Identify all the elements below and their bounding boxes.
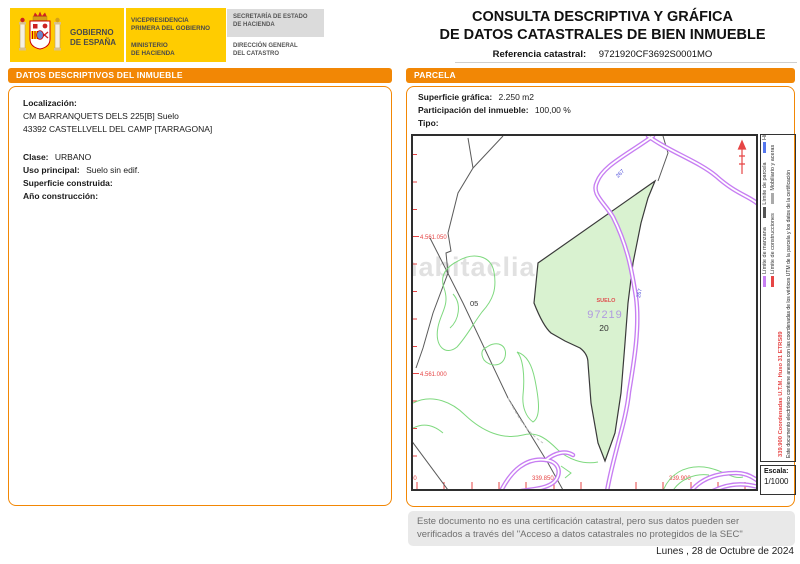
certification-note: Este documento no es una certificación c… xyxy=(408,511,795,546)
title-line2: DE DATOS CATASTRALES DE BIEN INMUEBLE xyxy=(439,27,766,43)
page-title: CONSULTA DESCRIPTIVA Y GRÁFICA DE DATOS … xyxy=(408,8,797,44)
gobierno-de-espana-label: GOBIERNO DE ESPAÑA xyxy=(70,28,117,47)
utm-coordinates-note: 339.900 Coordenadas U.T.M. Huso 31 ETRS8… xyxy=(778,331,784,457)
uso-label: Uso principal: xyxy=(23,165,80,175)
direccion-general-label: DIRECCIÓN GENERAL DEL CATASTRO xyxy=(233,43,298,57)
datos-panel-header: DATOS DESCRIPTIVOS DEL INMUEBLE xyxy=(8,68,392,83)
superficie-label: Superficie construida: xyxy=(23,178,113,188)
scale-label: Escala: xyxy=(764,468,789,475)
localizacion-line1: CM BARRANQUETS DELS 225[B] Suelo xyxy=(23,111,179,121)
vicepresidencia-label: VICEPRESIDENCIA PRIMERA DEL GOBIERNO xyxy=(131,17,211,32)
tipo-label: Tipo: xyxy=(418,118,439,128)
participacion-value: 100,00 % xyxy=(534,105,571,115)
cadastral-document-page: GOBIERNO DE ESPAÑA VICEPRESIDENCIA PRIME… xyxy=(0,0,800,564)
parcel-number-label: 20 xyxy=(599,323,609,333)
gov-logo-box: GOBIERNO DE ESPAÑA VICEPRESIDENCIA PRIME… xyxy=(10,8,226,62)
localizacion-line2: 43392 CASTELLVELL DEL CAMP [TARRAGONA] xyxy=(23,124,213,134)
legend-label-parcela: Límite de parcela xyxy=(762,162,768,205)
legend-row-1: Límite de manzana Límite de parcela Hidr… xyxy=(762,135,769,289)
header-separator xyxy=(455,62,797,63)
anio-row: Año construcción: xyxy=(23,190,377,203)
clase-value: URBANO xyxy=(54,152,92,162)
anio-label: Año construcción: xyxy=(23,191,99,201)
annex-note: Este documento electrónico contiene anex… xyxy=(786,170,792,458)
legend-line-manzana-icon xyxy=(763,276,767,287)
legend-label-hidrografia: Hidrografía xyxy=(762,135,768,140)
x-axis-label-2: 339.850 xyxy=(532,476,554,482)
neighbor-parcel-label: 05 xyxy=(470,299,478,308)
map-legend-strip: Límite de manzana Límite de parcela Hidr… xyxy=(760,134,796,462)
superficie-row: Superficie construida: xyxy=(23,177,377,190)
superficie-grafica-label: Superficie gráfica: xyxy=(418,92,493,102)
legend-label-mobiliario: Mobiliario y aceras xyxy=(770,144,776,191)
parcel-code-label: 97219 xyxy=(587,309,623,321)
clase-label: Clase: xyxy=(23,152,49,162)
x-axis-label-1: 339.800 xyxy=(413,476,417,482)
gov-header-divider xyxy=(124,8,126,62)
road-number-label-top: 267 xyxy=(615,169,626,180)
scale-box: Escala: 1/1000 xyxy=(760,465,796,495)
parcela-panel-header: PARCELA xyxy=(406,68,795,83)
title-line1: CONSULTA DESCRIPTIVA Y GRÁFICA xyxy=(471,9,733,25)
ministerio-label: MINISTERIO DE HACIENDA xyxy=(131,42,175,57)
localizacion-label: Localización: xyxy=(23,98,77,108)
cadastral-map: habitaclia 4.561.050 4.561.000 339.800 3… xyxy=(411,134,758,491)
spain-coat-of-arms-icon xyxy=(17,11,63,64)
north-marker-icon xyxy=(737,139,747,174)
legend-label-construcciones: Límite de construcciones xyxy=(770,213,776,274)
scale-value: 1/1000 xyxy=(764,477,789,486)
parcel-use-label: SUELO xyxy=(597,298,617,304)
y-axis-label-1: 4.561.050 xyxy=(420,235,447,241)
document-date: Lunes , 28 de Octubre de 2024 xyxy=(656,546,794,557)
uso-value: Suelo sin edif. xyxy=(86,165,140,175)
parcela-panel-body: Superficie gráfica: 2.250 m2 Participaci… xyxy=(406,86,796,507)
legend-line-construcciones-icon xyxy=(771,276,775,287)
road-number-label: 267 xyxy=(636,288,644,298)
uso-row: Uso principal: Suelo sin edif. xyxy=(23,164,377,177)
legend-line-parcela-icon xyxy=(763,206,767,218)
participacion-label: Participación del inmueble: xyxy=(418,105,529,115)
clase-row: Clase: URBANO xyxy=(23,151,377,164)
reference-value: 9721920CF3692S0001MO xyxy=(598,49,713,60)
superficie-grafica-value: 2.250 m2 xyxy=(498,92,534,102)
parcela-fields: Superficie gráfica: 2.250 m2 Participaci… xyxy=(418,91,571,130)
reference-row: Referencia catastral: 9721920CF3692S0001… xyxy=(408,49,797,60)
legend-line-zona-verde-icon xyxy=(771,135,775,136)
reference-label: Referencia catastral: xyxy=(492,49,587,60)
datos-panel-body: Localización: CM BARRANQUETS DELS 225[B]… xyxy=(8,86,392,506)
legend-line-mobiliario-icon xyxy=(771,192,775,204)
legend-label-manzana: Límite de manzana xyxy=(762,227,768,274)
y-axis-label-2: 4.561.000 xyxy=(420,372,447,378)
legend-line-hidrografia-icon xyxy=(763,141,767,153)
secretaria-box: SECRETARÍA DE ESTADO DE HACIENDA xyxy=(227,9,324,37)
map-canvas: 4.561.050 4.561.000 339.800 339.850 339.… xyxy=(413,136,756,489)
legend-row-2: Límite de construcciones Mobiliario y ac… xyxy=(770,135,777,289)
